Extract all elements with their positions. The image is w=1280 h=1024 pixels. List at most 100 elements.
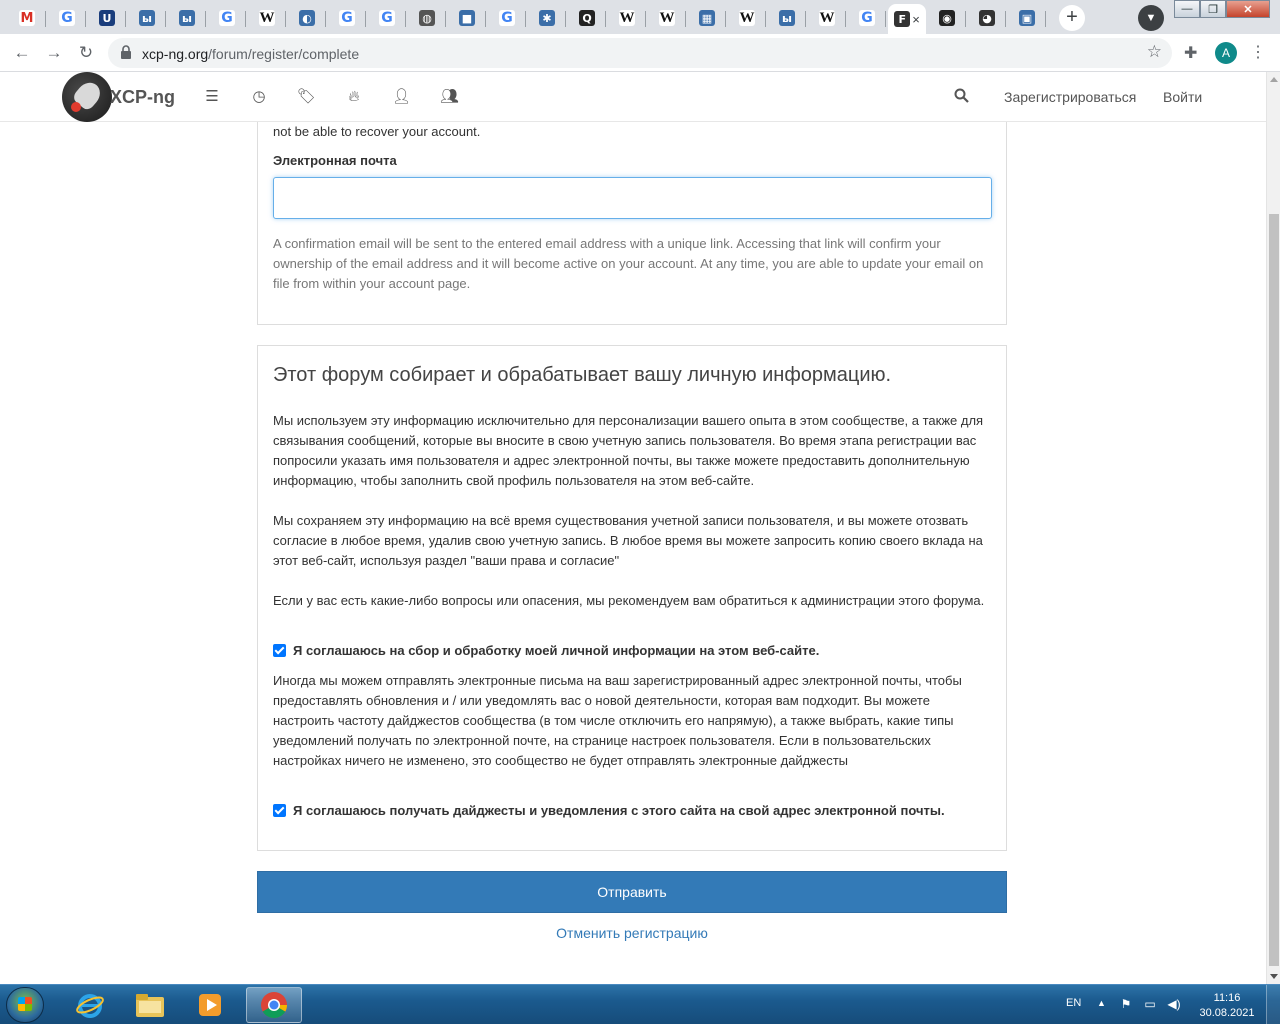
scroll-down-arrow-icon[interactable] [1270, 974, 1278, 979]
groups-icon[interactable]: 👥︎ [440, 88, 459, 106]
window-controls: — ❐ ✕ [1174, 0, 1270, 20]
recent-icon[interactable]: ◷ [250, 88, 268, 106]
browser-tab[interactable]: ы [768, 4, 806, 32]
privacy-paragraph: Если у вас есть какие-либо вопросы или о… [273, 593, 985, 608]
scrollbar-thumb[interactable] [1269, 214, 1279, 966]
browser-tab[interactable]: G [208, 4, 246, 32]
privacy-paragraph: Мы используем эту информацию исключитель… [273, 413, 984, 488]
register-link[interactable]: Зарегистрироваться [1004, 89, 1136, 105]
chrome-icon[interactable] [246, 987, 302, 1023]
internet-explorer-icon[interactable] [62, 987, 118, 1023]
browser-tab[interactable]: ✱ [528, 4, 566, 32]
browser-tab[interactable]: G [48, 4, 86, 32]
site-header: XCP-ng ☰ ◷ 🏷︎ 🔥︎ 👤︎ 👥︎ Зарегистрироватьс… [0, 72, 1266, 122]
consent-data-checkbox[interactable] [273, 643, 286, 657]
google-icon: G [339, 10, 355, 26]
xcp-ng-icon: F [894, 11, 911, 27]
url-text[interactable]: xcp-ng.org/forum/register/complete [142, 46, 359, 62]
login-link[interactable]: Войти [1163, 89, 1202, 105]
browser-tab[interactable]: G [368, 4, 406, 32]
email-field[interactable] [273, 177, 992, 219]
consent-email-label[interactable]: Я соглашаюсь получать дайджесты и уведом… [293, 803, 945, 818]
quora-icon: Q [579, 10, 595, 26]
file-explorer-icon[interactable] [122, 987, 178, 1023]
windows-taskbar: EN ▲ ⚑ ▭ ◀) 11:16 30.08.2021 [0, 984, 1280, 1024]
tray-expand-icon[interactable]: ▲ [1097, 998, 1106, 1008]
consent-email-checkbox[interactable] [273, 803, 286, 817]
browser-tab[interactable]: W [648, 4, 686, 32]
privacy-panel-title: Этот форум собирает и обрабатывает вашу … [273, 364, 892, 386]
close-window-button[interactable]: ✕ [1226, 0, 1270, 18]
consent-email-row[interactable]: Я соглашаюсь получать дайджесты и уведом… [273, 800, 945, 820]
browser-tab[interactable]: ◕ [968, 4, 1006, 32]
google-icon: G [219, 10, 235, 26]
site-icon: ы [179, 10, 195, 26]
browser-tab[interactable]: G [488, 4, 526, 32]
email-digest-paragraph: Иногда мы можем отправлять электронные п… [273, 673, 962, 768]
privacy-panel: Этот форум собирает и обрабатывает вашу … [257, 345, 1007, 851]
site-icon: ▦ [699, 10, 715, 26]
consent-data-row[interactable]: Я соглашаюсь на сбор и обработку моей ли… [273, 640, 819, 660]
browser-tab[interactable]: ◉ [928, 4, 966, 32]
back-arrow-icon[interactable]: ← [10, 41, 34, 65]
action-center-icon[interactable]: ⚑ [1118, 997, 1134, 1011]
page-viewport: not be able to recover your account. Эле… [0, 72, 1266, 984]
browser-tab[interactable]: ◍ [408, 4, 446, 32]
start-button[interactable] [6, 987, 44, 1023]
categories-icon[interactable]: ☰ [203, 88, 221, 106]
new-tab-button[interactable]: + [1059, 5, 1085, 31]
popular-icon[interactable]: 🔥︎ [345, 88, 363, 106]
email-field-label: Электронная почта [273, 153, 397, 168]
cancel-registration-link[interactable]: Отменить регистрацию [257, 925, 1007, 941]
address-bar[interactable]: xcp-ng.org/forum/register/complete ☆ [108, 38, 1172, 68]
maximize-button[interactable]: ❐ [1200, 0, 1226, 18]
reload-icon[interactable]: ↻ [74, 41, 98, 65]
account-warning-text: not be able to recover your account. [273, 124, 481, 139]
browser-tab[interactable]: U [88, 4, 126, 32]
browser-tab[interactable]: G [848, 4, 886, 32]
search-icon[interactable] [954, 88, 969, 107]
users-icon[interactable]: 👤︎ [392, 88, 411, 106]
xcp-ng-logo[interactable] [62, 72, 112, 122]
profile-avatar[interactable]: A [1215, 42, 1237, 64]
browser-tab[interactable]: ы [128, 4, 166, 32]
wikipedia-icon: W [659, 9, 675, 26]
page-scrollbar[interactable] [1266, 72, 1280, 984]
system-clock[interactable]: 11:16 30.08.2021 [1196, 991, 1258, 1021]
browser-tab[interactable]: W [248, 4, 286, 32]
browser-tab[interactable]: W [808, 4, 846, 32]
minimize-button[interactable]: — [1174, 0, 1200, 18]
scroll-up-arrow-icon[interactable] [1270, 77, 1278, 82]
close-tab-icon[interactable]: × [912, 12, 920, 27]
extensions-puzzle-icon[interactable]: ✚ [1184, 43, 1197, 63]
site-icon: ◐ [299, 10, 315, 26]
keyboard-language[interactable]: EN [1066, 997, 1081, 1009]
browser-tab[interactable]: W [608, 4, 646, 32]
tags-icon[interactable]: 🏷︎ [297, 88, 316, 106]
network-icon[interactable]: ▭ [1142, 997, 1158, 1011]
volume-icon[interactable]: ◀) [1166, 997, 1182, 1011]
browser-tab[interactable]: W [728, 4, 766, 32]
bookmark-star-icon[interactable]: ☆ [1147, 42, 1162, 62]
email-help-text: A confirmation email will be sent to the… [273, 236, 984, 291]
browser-tab[interactable]: ◐ [288, 4, 326, 32]
consent-data-label[interactable]: Я соглашаюсь на сбор и обработку моей ли… [293, 643, 819, 658]
brand-name[interactable]: XCP-ng [110, 87, 175, 108]
media-player-icon[interactable] [182, 987, 238, 1023]
browser-tab[interactable]: M [8, 4, 46, 32]
browser-tab[interactable]: ▣ [1008, 4, 1046, 32]
show-desktop-button[interactable] [1266, 985, 1280, 1024]
browser-tab[interactable]: Q [568, 4, 606, 32]
browser-tab[interactable]: ■ [448, 4, 486, 32]
browser-tab[interactable]: G [328, 4, 366, 32]
wikipedia-icon: W [819, 9, 835, 26]
forward-arrow-icon[interactable]: → [42, 41, 66, 65]
tab-search-button[interactable]: ▼ [1138, 5, 1164, 31]
browser-tab[interactable]: ы [168, 4, 206, 32]
browser-tab[interactable]: F × [888, 4, 926, 34]
browser-menu-icon[interactable]: ⋮ [1250, 42, 1266, 62]
google-icon: G [379, 10, 395, 26]
lock-icon[interactable] [120, 45, 134, 61]
submit-button[interactable]: Отправить [257, 871, 1007, 913]
browser-tab[interactable]: ▦ [688, 4, 726, 32]
